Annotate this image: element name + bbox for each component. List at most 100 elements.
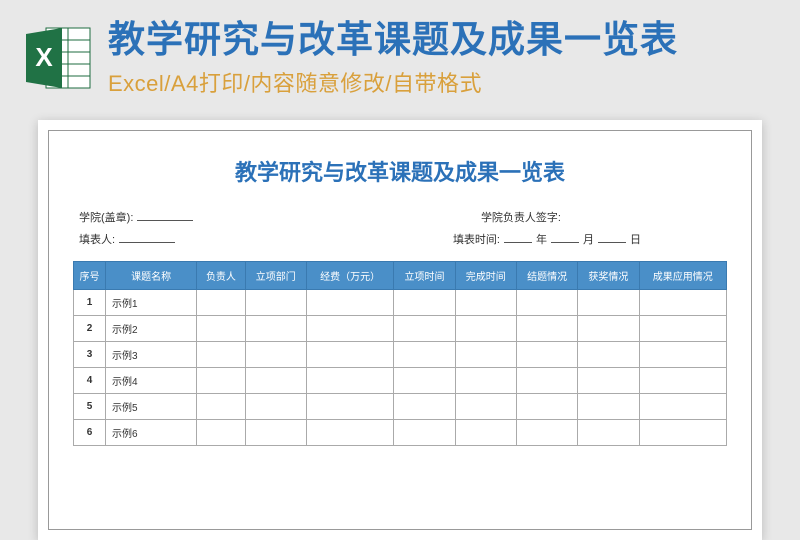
cell-empty [394, 420, 455, 446]
cell-name: 示例4 [106, 368, 197, 394]
col-name: 课题名称 [106, 262, 197, 290]
cell-empty [516, 420, 577, 446]
table-row: 6示例6 [74, 420, 727, 446]
col-award: 获奖情况 [578, 262, 639, 290]
form-meta: 学院(盖章): 学院负责人签字: 填表人: 填表时间: 年 月 [73, 209, 727, 247]
table-header-row: 序号 课题名称 负责人 立项部门 经费（万元） 立项时间 完成时间 结题情况 获… [74, 262, 727, 290]
filler-field: 填表人: [79, 231, 175, 247]
month-underline [551, 231, 579, 243]
month-label: 月 [583, 231, 594, 247]
col-fund: 经费（万元） [306, 262, 393, 290]
cell-empty [578, 420, 639, 446]
cell-empty [639, 290, 726, 316]
college-label: 学院(盖章): [79, 209, 133, 225]
cell-name: 示例3 [106, 342, 197, 368]
col-apply: 成果应用情况 [639, 262, 726, 290]
cell-empty [245, 290, 306, 316]
cell-empty [394, 290, 455, 316]
cell-name: 示例5 [106, 394, 197, 420]
cell-empty [394, 342, 455, 368]
col-end: 完成时间 [455, 262, 516, 290]
cell-empty [245, 368, 306, 394]
cell-empty [516, 316, 577, 342]
cell-empty [578, 290, 639, 316]
day-label: 日 [630, 231, 641, 247]
cell-empty [245, 394, 306, 420]
cell-seq: 2 [74, 316, 106, 342]
cell-empty [578, 316, 639, 342]
leader-field: 学院负责人签字: [481, 209, 561, 225]
col-leader: 负责人 [197, 262, 245, 290]
cell-empty [306, 394, 393, 420]
cell-name: 示例2 [106, 316, 197, 342]
cell-empty [455, 368, 516, 394]
table-row: 4示例4 [74, 368, 727, 394]
cell-empty [197, 368, 245, 394]
cell-empty [639, 316, 726, 342]
cell-seq: 3 [74, 342, 106, 368]
document-title: 教学研究与改革课题及成果一览表 [73, 155, 727, 187]
cell-empty [197, 290, 245, 316]
cell-empty [578, 368, 639, 394]
cell-empty [197, 316, 245, 342]
cell-empty [197, 420, 245, 446]
col-start: 立项时间 [394, 262, 455, 290]
cell-empty [245, 316, 306, 342]
col-conclude: 结题情况 [516, 262, 577, 290]
cell-empty [394, 316, 455, 342]
cell-empty [394, 368, 455, 394]
cell-empty [639, 394, 726, 420]
cell-empty [455, 342, 516, 368]
cell-name: 示例6 [106, 420, 197, 446]
svg-text:X: X [35, 42, 53, 72]
excel-icon: X [22, 22, 94, 94]
cell-empty [516, 394, 577, 420]
cell-empty [245, 420, 306, 446]
cell-empty [455, 290, 516, 316]
table-row: 2示例2 [74, 316, 727, 342]
table-row: 3示例3 [74, 342, 727, 368]
day-underline [598, 231, 626, 243]
main-title: 教学研究与改革课题及成果一览表 [108, 18, 778, 62]
cell-empty [455, 394, 516, 420]
cell-empty [455, 420, 516, 446]
cell-seq: 4 [74, 368, 106, 394]
cell-empty [455, 316, 516, 342]
year-underline [504, 231, 532, 243]
time-label: 填表时间: [453, 231, 500, 247]
cell-empty [639, 420, 726, 446]
cell-empty [306, 316, 393, 342]
filler-label: 填表人: [79, 231, 115, 247]
cell-empty [197, 394, 245, 420]
document-preview: 教学研究与改革课题及成果一览表 学院(盖章): 学院负责人签字: 填表人: 填表… [38, 120, 762, 540]
data-table: 序号 课题名称 负责人 立项部门 经费（万元） 立项时间 完成时间 结题情况 获… [73, 261, 727, 446]
table-row: 1示例1 [74, 290, 727, 316]
cell-empty [578, 342, 639, 368]
cell-empty [516, 368, 577, 394]
cell-empty [578, 394, 639, 420]
col-dept: 立项部门 [245, 262, 306, 290]
cell-seq: 1 [74, 290, 106, 316]
cell-empty [639, 368, 726, 394]
cell-empty [197, 342, 245, 368]
document-inner: 教学研究与改革课题及成果一览表 学院(盖章): 学院负责人签字: 填表人: 填表… [48, 130, 752, 530]
filler-underline [119, 231, 175, 243]
cell-empty [306, 420, 393, 446]
col-seq: 序号 [74, 262, 106, 290]
college-field: 学院(盖章): [79, 209, 193, 225]
cell-empty [516, 290, 577, 316]
cell-empty [516, 342, 577, 368]
cell-empty [394, 394, 455, 420]
college-underline [137, 209, 193, 221]
cell-empty [306, 290, 393, 316]
cell-seq: 6 [74, 420, 106, 446]
cell-seq: 5 [74, 394, 106, 420]
table-row: 5示例5 [74, 394, 727, 420]
time-field: 填表时间: 年 月 日 [453, 231, 641, 247]
cell-empty [245, 342, 306, 368]
page-header: X 教学研究与改革课题及成果一览表 Excel/A4打印/内容随意修改/自带格式 [0, 0, 800, 108]
leader-label: 学院负责人签字: [481, 209, 561, 225]
cell-name: 示例1 [106, 290, 197, 316]
header-text: 教学研究与改革课题及成果一览表 Excel/A4打印/内容随意修改/自带格式 [108, 18, 778, 98]
table-body: 1示例12示例23示例34示例45示例56示例6 [74, 290, 727, 446]
